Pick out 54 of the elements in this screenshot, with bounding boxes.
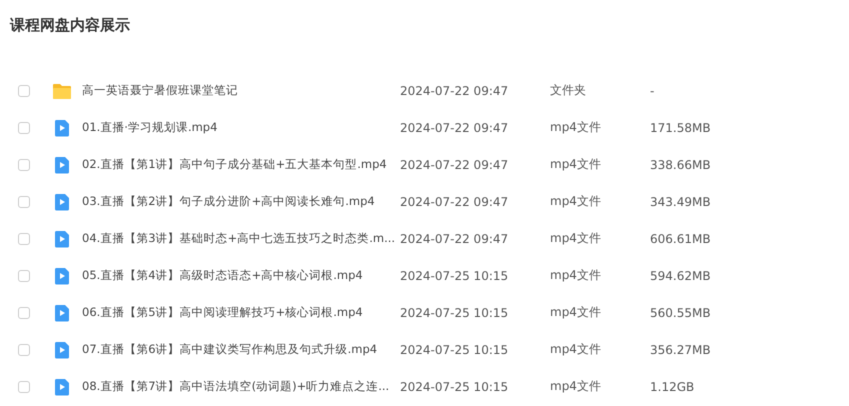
modified-date: 2024-07-22 09:47 <box>400 158 510 172</box>
file-size: 560.55MB <box>650 306 711 320</box>
video-file-icon <box>52 340 72 360</box>
modified-date: 2024-07-25 10:15 <box>400 342 510 356</box>
file-size: 343.49MB <box>650 194 711 208</box>
file-type: mp4文件 <box>550 193 602 210</box>
file-name[interactable]: 05.直播【第4讲】高级时态语态+高中核心词根.mp4 <box>82 268 400 283</box>
modified-date: 2024-07-25 10:15 <box>400 268 510 282</box>
file-size: 594.62MB <box>650 268 711 282</box>
checkbox[interactable] <box>18 270 30 282</box>
file-size: 1.12GB <box>650 380 694 394</box>
checkbox[interactable] <box>18 306 30 318</box>
video-file-icon <box>52 118 72 138</box>
file-name[interactable]: 08.直播【第7讲】高中语法填空(动词题)+听力难点之连... <box>82 379 400 394</box>
video-file-icon <box>52 228 72 248</box>
modified-date: 2024-07-22 09:47 <box>400 120 510 134</box>
file-size: 338.66MB <box>650 158 711 172</box>
file-size: 356.27MB <box>650 342 711 356</box>
file-type: mp4文件 <box>550 378 602 395</box>
video-file-icon <box>52 192 72 212</box>
modified-date: 2024-07-22 09:47 <box>400 232 510 246</box>
file-type: 文件夹 <box>550 82 587 99</box>
file-type: mp4文件 <box>550 119 602 136</box>
file-type: mp4文件 <box>550 267 602 284</box>
file-size: 606.61MB <box>650 232 711 246</box>
file-name[interactable]: 01.直播·学习规划课.mp4 <box>82 120 400 135</box>
video-file-icon <box>52 266 72 286</box>
file-name[interactable]: 06.直播【第5讲】高中阅读理解技巧+核心词根.mp4 <box>82 305 400 320</box>
file-type: mp4文件 <box>550 341 602 358</box>
checkbox[interactable] <box>18 196 30 208</box>
checkbox[interactable] <box>18 84 30 96</box>
file-name[interactable]: 03.直播【第2讲】句子成分进阶+高中阅读长难句.mp4 <box>82 194 400 209</box>
file-type: mp4文件 <box>550 304 602 321</box>
checkbox[interactable] <box>18 232 30 244</box>
video-file-icon <box>52 154 72 174</box>
checkbox[interactable] <box>18 344 30 356</box>
file-type: mp4文件 <box>550 230 602 247</box>
modified-date: 2024-07-25 10:15 <box>400 306 510 320</box>
file-name[interactable]: 02.直播【第1讲】高中句子成分基础+五大基本句型.mp4 <box>82 157 400 172</box>
file-size: - <box>650 84 654 98</box>
modified-date: 2024-07-22 09:47 <box>400 84 510 98</box>
video-file-icon <box>52 376 72 396</box>
modified-date: 2024-07-22 09:47 <box>400 194 510 208</box>
modified-date: 2024-07-25 10:15 <box>400 380 510 394</box>
checkbox[interactable] <box>18 380 30 392</box>
video-file-icon <box>52 302 72 322</box>
file-name[interactable]: 07.直播【第6讲】高中建议类写作构思及句式升级.mp4 <box>82 342 400 357</box>
file-name[interactable]: 04.直播【第3讲】基础时态+高中七选五技巧之时态类.m... <box>82 231 400 246</box>
checkbox[interactable] <box>18 158 30 170</box>
file-name[interactable]: 高一英语聂宁暑假班课堂笔记 <box>82 83 400 98</box>
checkbox[interactable] <box>18 122 30 134</box>
file-size: 171.58MB <box>650 120 711 134</box>
page-title: 课程网盘内容展示 <box>10 15 131 36</box>
file-type: mp4文件 <box>550 156 602 173</box>
